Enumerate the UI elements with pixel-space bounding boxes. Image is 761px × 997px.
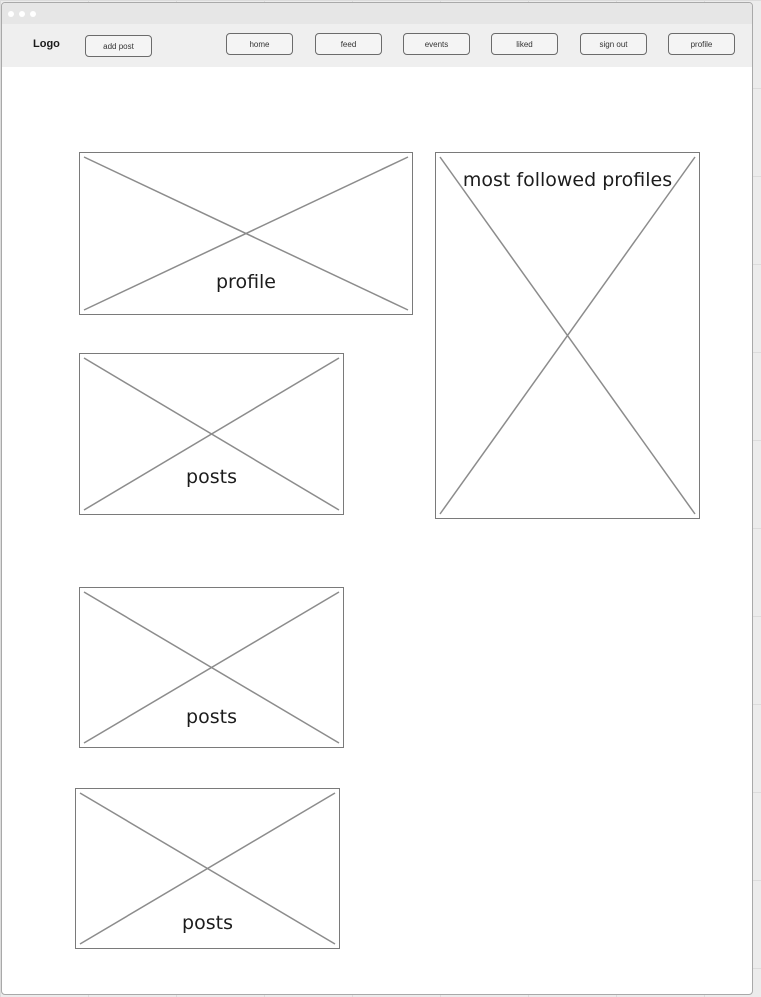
nav-sign-out-button[interactable]: sign out <box>580 33 647 55</box>
nav-home-button[interactable]: home <box>226 33 293 55</box>
window-control-dot[interactable] <box>19 11 25 17</box>
most-followed-profiles-panel[interactable]: most followed profiles <box>435 152 700 519</box>
logo[interactable]: Logo <box>33 38 60 50</box>
profile-panel[interactable]: profile <box>79 152 413 315</box>
add-post-button[interactable]: add post <box>85 35 152 57</box>
top-navbar: Logo add post home feed events liked sig… <box>2 24 752 67</box>
post-label: posts <box>186 706 237 728</box>
post-card[interactable]: posts <box>75 788 340 949</box>
browser-window: Logo add post home feed events liked sig… <box>1 2 753 995</box>
image-placeholder-icon <box>83 357 340 511</box>
most-followed-profiles-label: most followed profiles <box>462 169 673 191</box>
profile-label: profile <box>215 271 276 293</box>
post-label: posts <box>182 912 233 934</box>
nav-events-button[interactable]: events <box>403 33 470 55</box>
nav-liked-button[interactable]: liked <box>491 33 558 55</box>
window-titlebar <box>2 3 752 24</box>
window-control-dot[interactable] <box>8 11 14 17</box>
nav-profile-button[interactable]: profile <box>668 33 735 55</box>
post-card[interactable]: posts <box>79 353 344 515</box>
post-card[interactable]: posts <box>79 587 344 748</box>
image-placeholder-icon <box>439 156 696 515</box>
window-control-dot[interactable] <box>30 11 36 17</box>
post-label: posts <box>186 466 237 488</box>
nav-feed-button[interactable]: feed <box>315 33 382 55</box>
